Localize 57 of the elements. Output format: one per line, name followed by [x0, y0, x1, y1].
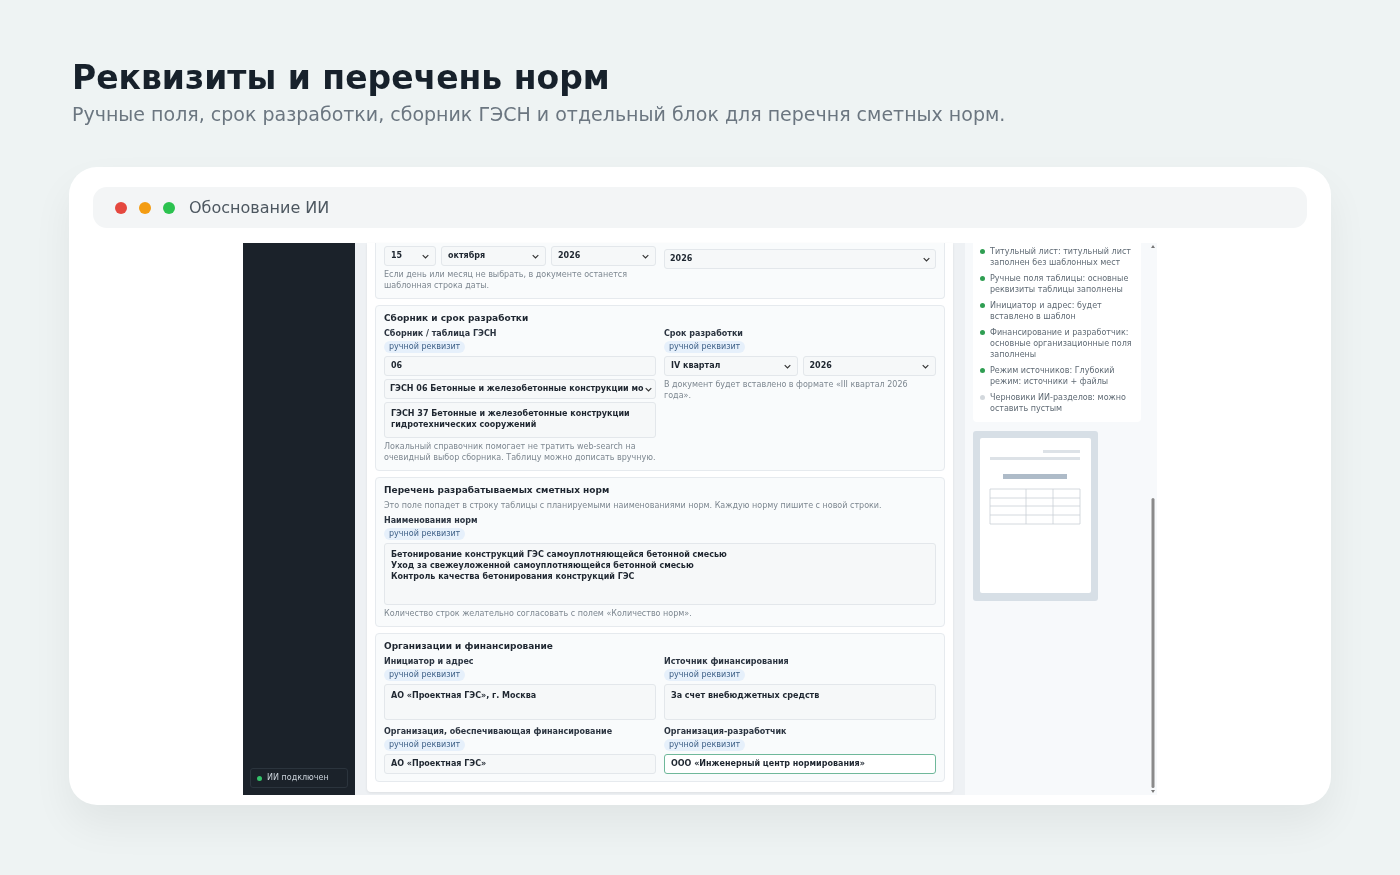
checklist-item: Режим источников: Глубокий режим: источники + файлы	[990, 365, 1116, 387]
page-subtitle: Ручные поля, срок разработки, сборник ГЭСН и отдельный блок для перечня сметных норм.	[72, 102, 1007, 127]
select-field[interactable]: 15	[384, 246, 436, 266]
text-area[interactable]: Бетонирование конструкций ГЭС самоуплотняющейся бетонной смесью Уход за свежеуложенной самоуплотняющейся бетонной смесью Контроль качества бетонирования конструкций ГЭС	[384, 543, 936, 605]
checklist-item: Титульный лист: титульный лист заполнен без шаблонных мест	[990, 246, 1132, 268]
select-field[interactable]: IV квартал	[664, 356, 798, 376]
hint-text: Если день или месяц не выбрать, в документе останется шаблонная строка даты.	[384, 269, 628, 291]
text-area[interactable]: ГЭСН 37 Бетонные и железобетонные конструкции гидротехнических сооружений	[384, 402, 656, 438]
field-label: Источник финансирования	[664, 656, 790, 667]
select-field[interactable]: 2026	[802, 356, 936, 376]
status-label: ИИ подключен	[267, 772, 329, 784]
section-title: Сборник и срок разработки	[384, 312, 530, 324]
manual-tag: ручной реквизит	[664, 669, 746, 681]
text-field[interactable]: 06	[384, 356, 656, 376]
field-label: Срок разработки	[664, 328, 744, 339]
norm-line: Бетонирование конструкций ГЭС самоуплотняющейся бетонной смесью	[391, 549, 728, 560]
section-title: Организации и финансирование	[384, 640, 554, 652]
norm-line: Уход за свежеуложенной самоуплотняющейся бетонной смесью	[391, 560, 695, 571]
caret-icon	[642, 253, 649, 259]
caret-icon	[422, 253, 429, 259]
select-field[interactable]: 2026	[551, 246, 656, 266]
manual-tag: ручной реквизит	[384, 669, 466, 681]
text-area[interactable]: АО «Проектная ГЭС», г. Москва	[384, 684, 656, 720]
caret-icon	[532, 253, 539, 259]
manual-tag: ручной реквизит	[664, 341, 746, 353]
caret-icon	[783, 363, 791, 369]
caret-icon	[923, 256, 930, 262]
field-label: Организация, обеспечивающая финансирование	[384, 726, 614, 737]
select-field[interactable]: ГЭСН 06 Бетонные и железобетонные конструкции мо	[384, 379, 656, 399]
page-title: Реквизиты и перечень норм	[72, 58, 611, 98]
window-title: Обоснование ИИ	[189, 196, 330, 219]
select-field[interactable]: 2026	[664, 249, 936, 269]
field-label: Наименования норм	[384, 515, 479, 526]
text-field[interactable]: АО «Проектная ГЭС»	[384, 754, 656, 774]
manual-tag: ручной реквизит	[384, 528, 466, 540]
manual-tag: ручной реквизит	[384, 739, 466, 751]
section-description: Это поле попадет в строку таблицы с планируемыми наименованиями норм. Каждую норму пишите с новой строки.	[384, 500, 883, 511]
field-label: Сборник / таблица ГЭСН	[384, 328, 498, 339]
checklist-item: Инициатор и адрес: будет вставлено в шаблон	[990, 300, 1103, 322]
select-field[interactable]: октября	[441, 246, 546, 266]
caret-icon	[922, 363, 929, 369]
field-label: Организация-разработчик	[664, 726, 788, 737]
manual-tag: ручной реквизит	[384, 341, 466, 353]
caret-icon	[645, 386, 653, 392]
norm-line: Контроль качества бетонирования конструкций ГЭС	[391, 571, 636, 582]
hint-text: В документ будет вставлено в формате «III квартал 2026 года».	[664, 379, 909, 401]
hint-text: Количество строк желательно согласовать с полем «Количество норм».	[384, 608, 693, 619]
manual-tag: ручной реквизит	[664, 739, 746, 751]
text-area[interactable]: За счет внебюджетных средств	[664, 684, 936, 720]
scrollbar[interactable]	[1150, 243, 1156, 795]
field-label: Инициатор и адрес	[384, 656, 475, 667]
hint-text: Локальный справочник помогает не тратить web-search на очевидный выбор сборника. Таблицу можно дописать вручную.	[384, 441, 656, 463]
section-title: Перечень разрабатываемых сметных норм	[384, 484, 611, 496]
checklist-item: Ручные поля таблицы: основные реквизиты таблицы заполнены	[990, 273, 1130, 295]
checklist-item: Финансирование и разработчик: основные организационные поля заполнены	[990, 327, 1133, 360]
text-field[interactable]: ООО «Инженерный центр нормирования»	[664, 754, 936, 774]
checklist-item: Черновики ИИ-разделов: можно оставить пустым	[990, 392, 1127, 414]
